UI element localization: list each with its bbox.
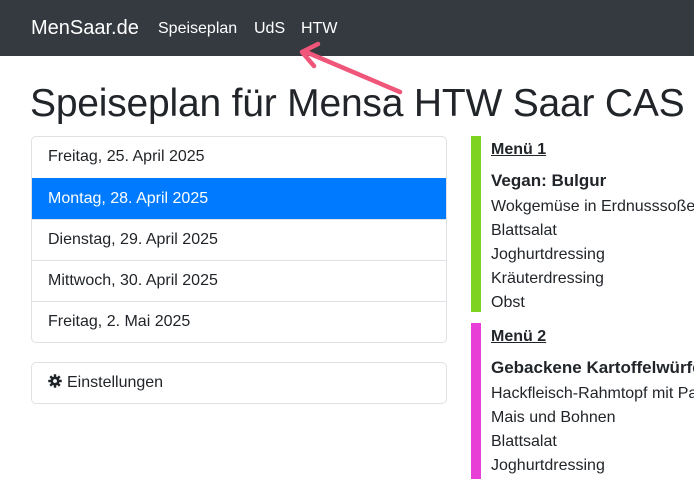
menu-item: Obst — [491, 294, 525, 311]
nav-link-uds[interactable]: UdS — [254, 19, 285, 38]
menu-title: Menü 1 — [491, 141, 547, 158]
brand-link[interactable]: MenSaar.de — [31, 16, 139, 40]
menu-item: Joghurtdressing — [491, 457, 605, 474]
settings-label: Einstellungen — [67, 374, 164, 391]
menu-item: Kräuterdressing — [491, 270, 604, 287]
menu-item: Hackfleisch-Rahmtopf mit Paprika — [491, 385, 694, 402]
date-item[interactable]: Mittwoch, 30. April 2025 — [32, 260, 446, 301]
menu-item: Blattsalat — [491, 433, 557, 450]
menu-card-2: Menü 2 Gebackene Kartoffelwürfel Hackfle… — [471, 323, 694, 479]
menu-item: Joghurtdressing — [491, 246, 605, 263]
date-item-active[interactable]: Montag, 28. April 2025 — [32, 178, 446, 219]
date-item[interactable]: Freitag, 2. Mai 2025 — [32, 301, 446, 342]
date-item[interactable]: Freitag, 25. April 2025 — [32, 137, 446, 178]
page-title: Speiseplan für Mensa HTW Saar CAS — [30, 82, 685, 125]
menu-card-1: Menü 1 Vegan: Bulgur Wokgemüse in Erdnus… — [471, 136, 694, 312]
settings-button[interactable]: Einstellungen — [31, 362, 447, 404]
menu-item: Blattsalat — [491, 222, 557, 239]
date-item[interactable]: Dienstag, 29. April 2025 — [32, 219, 446, 260]
menu-item: Wokgemüse in Erdnusssoße — [491, 198, 694, 215]
menu-item: Mais und Bohnen — [491, 409, 616, 426]
nav-link-speiseplan[interactable]: Speiseplan — [158, 19, 237, 38]
gear-icon — [48, 374, 62, 388]
menu-main-dish: Gebackene Kartoffelwürfel — [491, 358, 694, 377]
date-list: Freitag, 25. April 2025 Montag, 28. Apri… — [31, 136, 447, 343]
nav-link-htw[interactable]: HTW — [301, 19, 337, 38]
menu-title: Menü 2 — [491, 328, 547, 345]
menu-main-dish: Vegan: Bulgur — [491, 171, 607, 190]
